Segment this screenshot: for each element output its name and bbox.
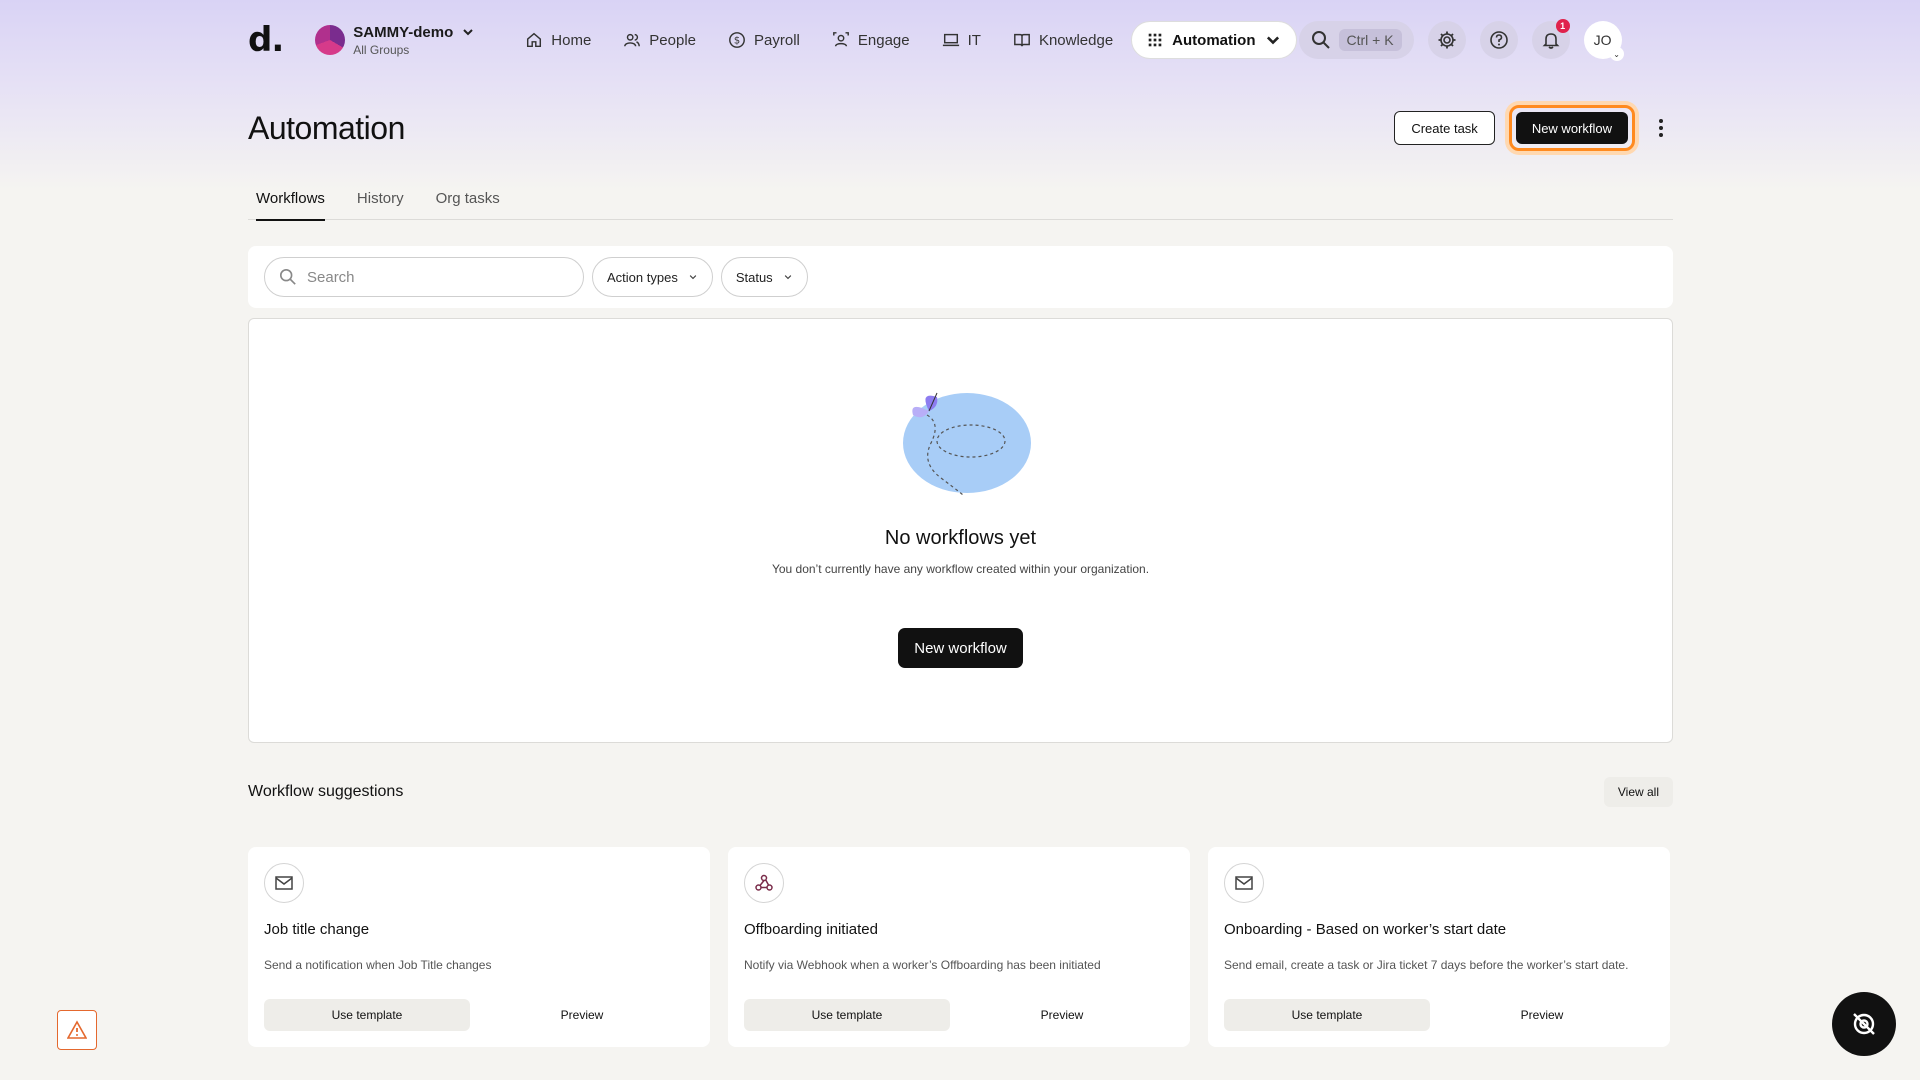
preview-button[interactable]: Preview (950, 999, 1174, 1031)
people-icon (624, 33, 641, 47)
nav-label: Engage (857, 31, 910, 49)
bell-icon (1542, 33, 1560, 49)
suggestion-card: Onboarding - Based on worker’s start dat… (1208, 847, 1670, 1047)
search-icon (1311, 31, 1330, 49)
notifications-button[interactable]: 1 (1531, 19, 1570, 59)
settings-button[interactable] (1427, 21, 1466, 59)
card-description: Send a notification when Job Title chang… (264, 958, 492, 972)
filter-bar: Action types Status (248, 246, 1673, 308)
nav-people[interactable]: People (609, 21, 710, 59)
mail-icon (1235, 876, 1253, 890)
search-input[interactable] (307, 268, 567, 286)
chevron-down-icon (463, 29, 473, 36)
new-workflow-highlight: New workflow (1508, 105, 1635, 151)
logo[interactable]: d. (248, 20, 284, 60)
page-title: Automation (248, 109, 405, 146)
tab-workflows[interactable]: Workflows (256, 176, 325, 221)
filter-label: Status (735, 269, 773, 285)
user-avatar[interactable]: JO ⌄ (1583, 21, 1624, 61)
search-field[interactable] (264, 257, 584, 297)
home-icon (527, 32, 542, 48)
org-switcher[interactable]: SAMMY-demo All Groups (315, 15, 475, 65)
empty-state: No workflows yet You don’t currently hav… (248, 318, 1673, 743)
global-search[interactable]: Ctrl + K (1298, 21, 1414, 59)
nav-it[interactable]: IT (928, 21, 995, 59)
nav-payroll[interactable]: $ Payroll (714, 21, 814, 59)
suggestion-card: Job title change Send a notification whe… (248, 847, 710, 1047)
use-template-button[interactable]: Use template (1224, 999, 1430, 1031)
empty-new-workflow-button[interactable]: New workflow (898, 628, 1023, 668)
nav-engage[interactable]: Engage (818, 21, 924, 59)
grid-icon (1148, 33, 1162, 47)
nav-label: People (649, 31, 697, 49)
payroll-icon: $ (729, 32, 745, 48)
org-subtitle: All Groups (353, 42, 410, 57)
suggestion-cards: Job title change Send a notification whe… (248, 847, 1673, 1047)
org-avatar (315, 25, 346, 55)
floating-assistant-button[interactable] (1832, 992, 1896, 1056)
status-filter[interactable]: Status (720, 257, 808, 297)
card-title: Job title change (264, 921, 370, 938)
top-header: d. SAMMY-demo All Groups Home People $ P… (248, 0, 1673, 80)
user-initials: JO (1593, 32, 1612, 48)
card-title: Onboarding - Based on worker’s start dat… (1224, 921, 1507, 938)
warning-button[interactable] (57, 1010, 97, 1050)
tabs: Workflows History Org tasks (248, 176, 1673, 221)
card-title: Offboarding initiated (744, 921, 878, 938)
empty-description: You don’t currently have any workflow cr… (771, 562, 1150, 576)
card-description: Notify via Webhook when a worker’s Offbo… (744, 958, 1101, 972)
app-container: d. SAMMY-demo All Groups Home People $ P… (248, 0, 1673, 1047)
nav-label: IT (967, 31, 981, 49)
preview-button[interactable]: Preview (470, 999, 694, 1031)
use-template-button[interactable]: Use template (264, 999, 470, 1031)
suggestions-header: Workflow suggestions View all (248, 777, 1673, 807)
book-icon (1014, 33, 1030, 47)
chevron-down-icon: ⌄ (1609, 47, 1624, 61)
filter-label: Action types (607, 269, 678, 285)
empty-title: No workflows yet (884, 527, 1037, 549)
suggestions-title: Workflow suggestions (248, 783, 404, 800)
engage-icon (832, 32, 849, 47)
action-types-filter[interactable]: Action types (592, 257, 713, 297)
org-name: SAMMY-demo (353, 23, 454, 41)
chevron-down-icon (784, 275, 791, 280)
laptop-icon (942, 33, 959, 47)
warning-icon (67, 1020, 87, 1039)
chevron-down-icon (689, 275, 697, 280)
help-icon (1489, 31, 1508, 49)
notification-badge: 1 (1555, 19, 1570, 33)
new-workflow-button[interactable]: New workflow (1515, 112, 1628, 144)
tab-org-tasks[interactable]: Org tasks (436, 176, 500, 220)
main-nav: Home People $ Payroll Engage IT Knowledg… (511, 21, 1297, 59)
nav-label: Knowledge (1038, 31, 1114, 49)
chevron-down-icon (1266, 36, 1279, 45)
search-icon (279, 268, 296, 285)
more-options-icon[interactable] (1649, 119, 1673, 137)
tab-history[interactable]: History (357, 176, 404, 220)
nav-knowledge[interactable]: Knowledge (999, 21, 1127, 59)
title-row: Automation Create task New workflow (248, 80, 1673, 176)
assistant-icon (1853, 1013, 1875, 1035)
nav-label: Home (551, 31, 592, 49)
nav-label: Automation (1172, 31, 1256, 49)
view-all-button[interactable]: View all (1603, 777, 1673, 807)
help-button[interactable] (1479, 21, 1518, 59)
nav-automation[interactable]: Automation (1131, 21, 1297, 59)
use-template-button[interactable]: Use template (744, 999, 950, 1031)
suggestion-card: Offboarding initiated Notify via Webhook… (728, 847, 1190, 1047)
nav-home[interactable]: Home (511, 21, 605, 59)
card-description: Send email, create a task or Jira ticket… (1224, 958, 1629, 972)
mail-icon (275, 876, 293, 890)
gear-icon (1438, 31, 1456, 49)
webhook-icon (755, 874, 773, 891)
preview-button[interactable]: Preview (1430, 999, 1654, 1031)
nav-label: Payroll (754, 31, 800, 49)
create-task-button[interactable]: Create task (1394, 111, 1495, 145)
svg-text:$: $ (734, 36, 740, 47)
butterfly-illustration (902, 392, 1031, 496)
search-shortcut: Ctrl + K (1338, 29, 1402, 51)
